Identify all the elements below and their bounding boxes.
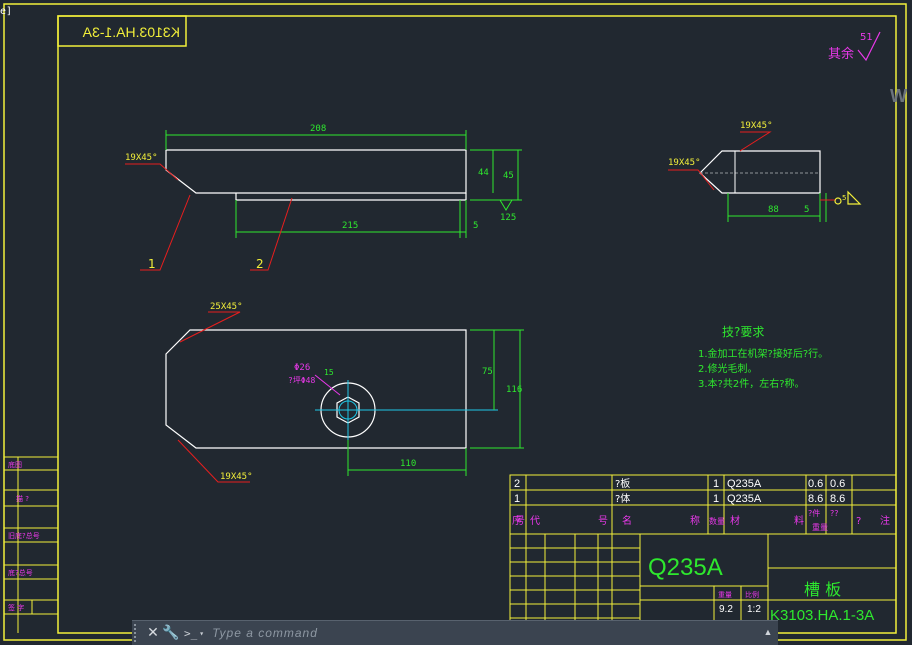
title-scale-label: 比例: [745, 590, 759, 599]
bom-header-material: 材: [730, 514, 740, 527]
scroll-up-icon[interactable]: ▲: [762, 627, 774, 639]
plate-chamfer-top: 25X45°: [210, 302, 243, 312]
bom-header-name: 名: [622, 514, 632, 527]
plate-dim-110: 110: [400, 459, 416, 469]
close-icon[interactable]: ✕: [144, 625, 162, 641]
plate-chamfer-bottom: 19X45°: [220, 472, 253, 482]
side-width-dim: 88: [768, 205, 779, 215]
wrench-icon[interactable]: 🔧: [162, 625, 180, 641]
command-line-bar: ✕ 🔧 >_ ▾ ▲: [132, 620, 778, 645]
side-chamfer-top: 19X45°: [740, 121, 773, 131]
requirements-title: 技?要求: [722, 325, 764, 339]
bom-row2-qty: 1: [713, 493, 719, 505]
side-gap-dim: 5: [804, 205, 809, 215]
left-strip-label-5: 签 字: [8, 603, 24, 612]
title-part-name: 槽 板: [804, 580, 841, 599]
part1-length-dim: 208: [310, 124, 326, 134]
title-weight: 9.2: [719, 604, 733, 615]
chevron-down-icon[interactable]: ▾: [199, 629, 204, 638]
watermark: W: [890, 86, 907, 106]
drag-grip-icon[interactable]: [134, 624, 144, 642]
bom-header-name2: 称: [690, 514, 700, 527]
side-chamfer-left: 19X45°: [668, 158, 701, 168]
bom-row1-w2: 0.6: [830, 478, 845, 490]
part1-bottom-len: 215: [342, 221, 358, 231]
title-drawing-no: K3103.HA.1-3A: [770, 607, 874, 624]
bom-header-remark: ?: [856, 516, 861, 527]
title-weight-label: 重量: [718, 591, 732, 599]
bom-row1-no: 2: [514, 478, 520, 490]
part1-chamfer-label: 19X45°: [125, 153, 158, 163]
bom-row1-name: ?板: [615, 477, 630, 490]
plate-dim-15: 15: [324, 368, 334, 377]
left-strip-label-2: 描 ?: [16, 494, 29, 503]
left-strip-label-1: 底图: [8, 460, 22, 469]
bom-header-code2: 号: [598, 515, 608, 527]
bom-row1-material: Q235A: [727, 478, 762, 490]
bom-row2-name: ?体: [615, 493, 630, 505]
plate-hole-note: ?坪Φ48: [288, 376, 315, 385]
requirement-item-3: 3.本?共2件，左右?称。: [698, 377, 805, 390]
command-prompt-icon[interactable]: >_ ▾: [184, 627, 204, 640]
bom-row2-material: Q235A: [727, 493, 762, 505]
prompt-label: >_: [184, 626, 198, 640]
weld-size: 5: [842, 194, 846, 202]
corner-label: e]: [0, 6, 13, 17]
bom-header-qty: 数量: [709, 516, 725, 526]
bom-header-no: 序号: [512, 514, 525, 527]
bom-row1-qty: 1: [713, 478, 719, 490]
cad-drawing-canvas[interactable]: K3103.HA.1-3A 其余 51 208 44 45 215 5 125 …: [0, 0, 912, 645]
part1-height-outer: 45: [503, 171, 514, 181]
part1-leader-2: 2: [256, 257, 264, 271]
requirement-item-2: 2.修光毛刺。: [698, 362, 758, 375]
bom-header-remark2: 注: [880, 514, 890, 527]
bom-row2-w1: 8.6: [808, 493, 823, 505]
bom-row2-w2: 8.6: [830, 493, 845, 505]
part1-finish-text: 125: [500, 213, 516, 223]
bom-header-unit: ?件: [808, 508, 820, 518]
requirement-item-1: 1.金加工在机架?接好后?行。: [698, 347, 828, 360]
title-material: Q235A: [648, 554, 723, 581]
part1-leader-1: 1: [148, 257, 156, 271]
left-strip-label-3: 旧底?总号: [8, 531, 40, 540]
title-scale: 1:2: [747, 604, 761, 615]
left-strip-label-4: 底?总号: [8, 568, 33, 577]
part1-height-inner: 44: [478, 168, 489, 178]
plate-dim-116: 116: [506, 385, 522, 395]
bom-header-total: ??: [830, 509, 839, 518]
bom-header-material2: 料: [794, 514, 804, 527]
roughness-value: 51: [860, 32, 873, 43]
bom-row2-no: 1: [514, 493, 520, 505]
roughness-label: 其余: [828, 46, 854, 62]
command-input[interactable]: [210, 625, 762, 641]
bom-header-weight: 重量: [812, 522, 828, 532]
bom-header-code: 代: [530, 515, 540, 527]
plate-dim-75: 75: [482, 367, 493, 377]
plate-hole-dia: Φ26: [294, 363, 310, 373]
mirrored-title-text: K3103.HA.1-3A: [82, 24, 180, 40]
part1-bottom-gap: 5: [473, 221, 478, 231]
bom-row1-w1: 0.6: [808, 478, 823, 490]
